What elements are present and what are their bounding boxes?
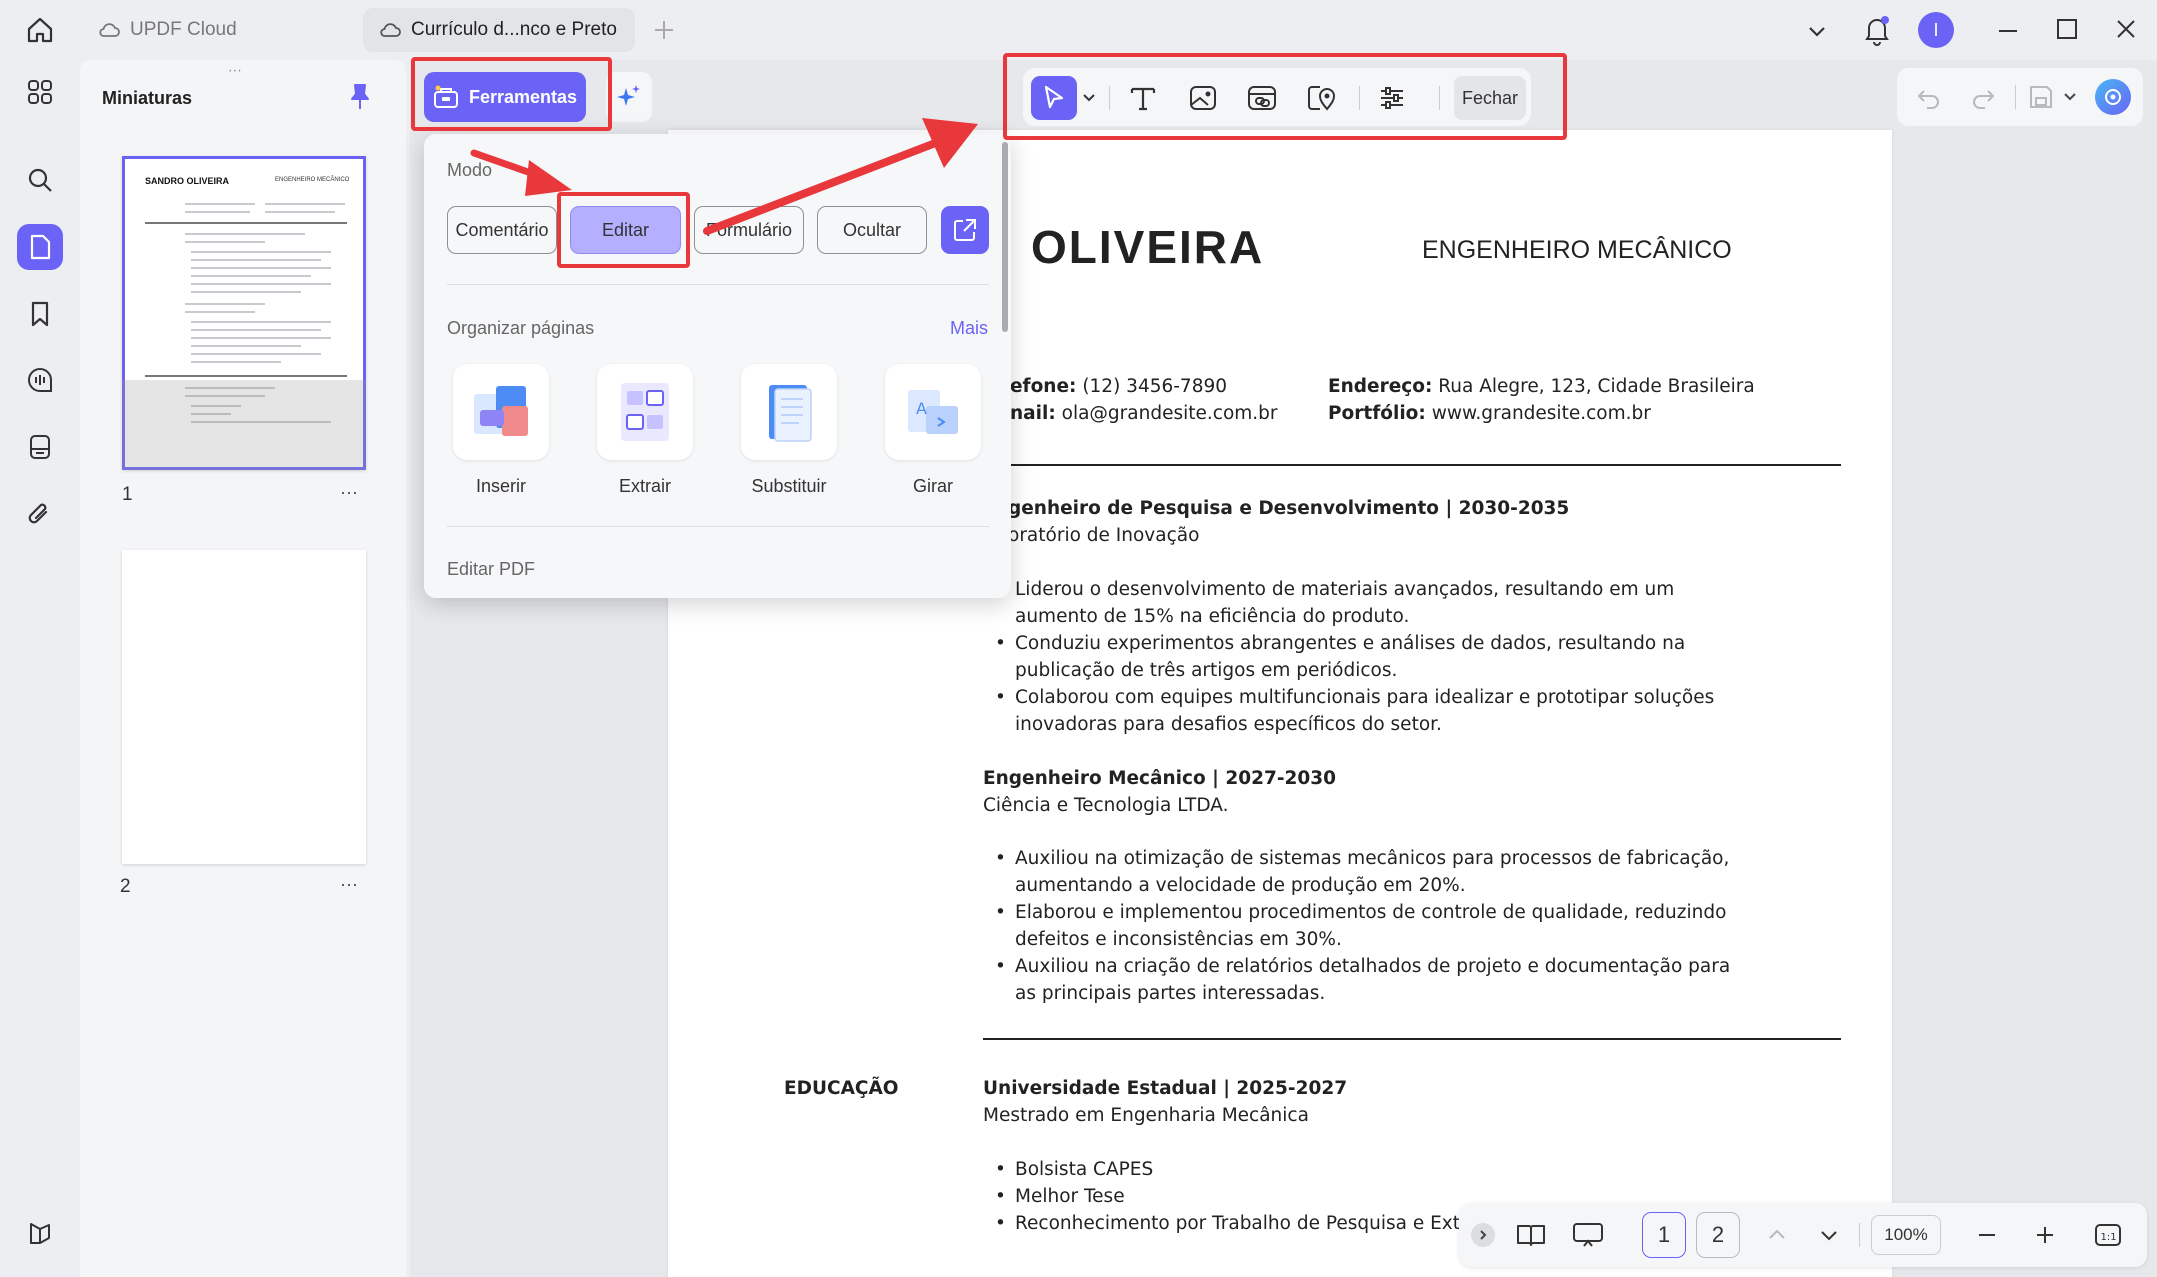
arrow-to-edit-mode	[470, 149, 572, 196]
arrow-to-edit-toolbar	[703, 118, 978, 235]
annotation-arrows	[470, 118, 978, 235]
